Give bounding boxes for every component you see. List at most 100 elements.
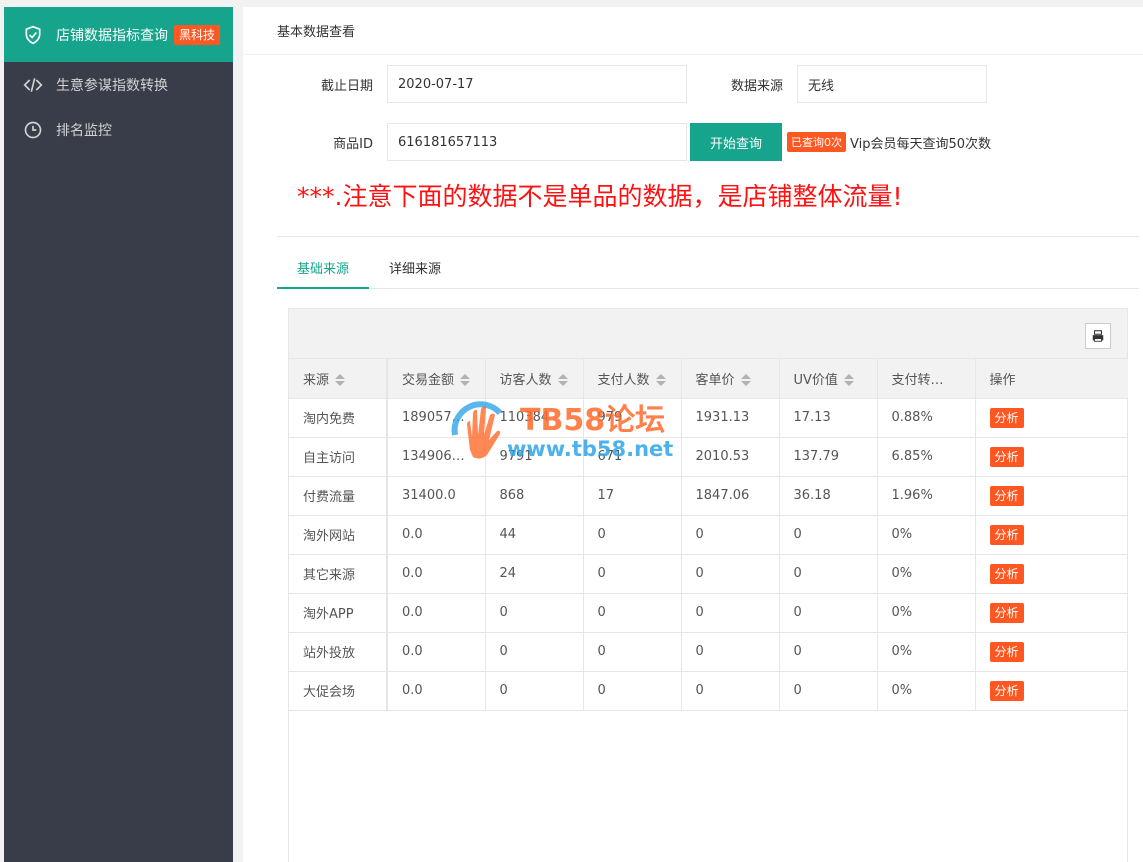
analyze-button[interactable]: 分析 — [989, 641, 1024, 662]
table-cell: 671 — [583, 437, 682, 477]
table-cell: 0% — [877, 632, 976, 672]
table-cell: 0 — [681, 515, 780, 555]
analyze-button[interactable]: 分析 — [989, 524, 1024, 545]
table-cell-action: 分析 — [975, 515, 1128, 555]
code-icon — [22, 74, 44, 96]
analyze-button[interactable]: 分析 — [989, 485, 1024, 506]
page-title: 基本数据查看 — [243, 7, 1143, 55]
vip-note: Vip会员每天查询50次数 — [850, 136, 992, 152]
table-cell: 0.0 — [387, 671, 486, 711]
table-cell: 36.18 — [779, 476, 878, 516]
table-cell-action: 分析 — [975, 671, 1128, 711]
sort-icon[interactable] — [843, 374, 854, 387]
divider — [277, 236, 1139, 237]
shield-check-icon — [22, 24, 44, 46]
sort-icon[interactable] — [740, 374, 751, 387]
table-cell-action: 分析 — [975, 632, 1128, 672]
sidebar: 店铺数据指标查询 黑科技 生意参谋指数转换 排名监控 — [4, 7, 233, 862]
table-cell: 24 — [485, 554, 584, 594]
table-cell: 大促会场 — [289, 671, 388, 711]
column-header-avg-price[interactable]: 客单价 — [681, 359, 780, 399]
table-row: 大促会场 0.0 0 0 0 0 0% 分析 — [289, 671, 1128, 711]
table-cell: 淘外网站 — [289, 515, 388, 555]
table-cell: 1.96% — [877, 476, 976, 516]
table-cell: 0 — [681, 593, 780, 633]
table-row: 淘外网站 0.0 44 0 0 0 0% 分析 — [289, 515, 1128, 555]
analyze-button[interactable]: 分析 — [989, 563, 1024, 584]
table-cell: 137.79 — [779, 437, 878, 477]
analyze-button[interactable]: 分析 — [989, 446, 1024, 467]
tab-detail-source[interactable]: 详细来源 — [369, 247, 461, 288]
sidebar-item-label: 生意参谋指数转换 — [56, 77, 168, 94]
column-header-uv-value[interactable]: UV价值 — [779, 359, 878, 399]
table-cell: 自主访问 — [289, 437, 388, 477]
sidebar-item-index-convert[interactable]: 生意参谋指数转换 — [4, 62, 233, 107]
sort-icon[interactable] — [655, 374, 666, 387]
sort-icon[interactable] — [557, 374, 568, 387]
traffic-source-table: 来源 交易金额 访客人数 支付人数 客单价 UV价值 支付转… 操作 淘内免费 1… — [289, 359, 1128, 711]
column-header-conversion[interactable]: 支付转… — [877, 359, 976, 399]
table-cell: 0 — [779, 671, 878, 711]
badge-black-tech: 黑科技 — [174, 24, 221, 45]
table-cell: 0 — [485, 593, 584, 633]
print-button[interactable] — [1085, 323, 1111, 349]
table-cell: 淘内免费 — [289, 398, 388, 438]
table-cell: 付费流量 — [289, 476, 388, 516]
table-cell: 0 — [681, 632, 780, 672]
item-id-row: 商品ID 616181657113 开始查询 已查询0次 Vip会员每天查询50… — [243, 123, 991, 161]
table-cell-action: 分析 — [975, 593, 1128, 633]
column-header-amount[interactable]: 交易金额 — [387, 359, 486, 399]
table-cell: 0% — [877, 515, 976, 555]
table-cell: 0.0 — [387, 632, 486, 672]
sidebar-item-shop-metrics[interactable]: 店铺数据指标查询 黑科技 — [4, 7, 233, 62]
table-header-row: 来源 交易金额 访客人数 支付人数 客单价 UV价值 支付转… 操作 — [289, 359, 1128, 399]
table-cell: 0.0 — [387, 593, 486, 633]
table-cell: 0 — [681, 554, 780, 594]
table-cell: 0 — [485, 671, 584, 711]
table-cell: 0.0 — [387, 515, 486, 555]
table-cell: 0.88% — [877, 398, 976, 438]
item-id-input[interactable]: 616181657113 — [387, 123, 687, 161]
sort-icon[interactable] — [335, 374, 346, 387]
table-cell: 淘外APP — [289, 593, 388, 633]
sidebar-item-rank-monitor[interactable]: 排名监控 — [4, 107, 233, 152]
table-row: 站外投放 0.0 0 0 0 0 0% 分析 — [289, 632, 1128, 672]
main-panel: 基本数据查看 截止日期 2020-07-17 数据来源 无线 商品ID 6161… — [243, 7, 1143, 862]
source-tabs: 基础来源 详细来源 — [277, 247, 1139, 289]
data-table: 来源 交易金额 访客人数 支付人数 客单价 UV价值 支付转… 操作 淘内免费 1… — [288, 308, 1128, 862]
table-cell: 0 — [583, 554, 682, 594]
start-query-button[interactable]: 开始查询 — [690, 123, 782, 161]
table-cell: 站外投放 — [289, 632, 388, 672]
column-header-payers[interactable]: 支付人数 — [583, 359, 682, 399]
analyze-button[interactable]: 分析 — [989, 407, 1024, 428]
table-cell: 17.13 — [779, 398, 878, 438]
table-cell: 31400.0 — [387, 476, 486, 516]
clock-icon — [22, 119, 44, 141]
source-label: 数据来源 — [730, 78, 783, 94]
table-cell: 0% — [877, 554, 976, 594]
table-cell: 189057… — [387, 398, 486, 438]
analyze-button[interactable]: 分析 — [989, 602, 1024, 623]
tab-basic-source[interactable]: 基础来源 — [277, 247, 370, 289]
warning-text: ***.注意下面的数据不是单品的数据，是店铺整体流量! — [297, 182, 903, 211]
table-cell-action: 分析 — [975, 398, 1128, 438]
table-cell: 0.0 — [387, 554, 486, 594]
table-cell: 0 — [583, 632, 682, 672]
analyze-button[interactable]: 分析 — [989, 680, 1024, 701]
date-label: 截止日期 — [320, 78, 373, 94]
column-header-source[interactable]: 来源 — [289, 359, 388, 399]
sort-icon[interactable] — [460, 374, 471, 387]
table-row: 自主访问 134906… 9791 671 2010.53 137.79 6.85% 分析 — [289, 437, 1128, 477]
table-cell: 0 — [779, 515, 878, 555]
table-cell: 0 — [583, 671, 682, 711]
table-row: 淘外APP 0.0 0 0 0 0 0% 分析 — [289, 593, 1128, 633]
table-cell: 其它来源 — [289, 554, 388, 594]
table-cell: 0 — [779, 554, 878, 594]
table-row: 付费流量 31400.0 868 17 1847.06 36.18 1.96% 分析 — [289, 476, 1128, 516]
column-header-action: 操作 — [975, 359, 1128, 399]
table-toolbar — [289, 309, 1127, 359]
source-select[interactable]: 无线 — [797, 65, 987, 103]
table-cell: 110384 — [485, 398, 584, 438]
date-input[interactable]: 2020-07-17 — [387, 65, 687, 103]
column-header-visitors[interactable]: 访客人数 — [485, 359, 584, 399]
